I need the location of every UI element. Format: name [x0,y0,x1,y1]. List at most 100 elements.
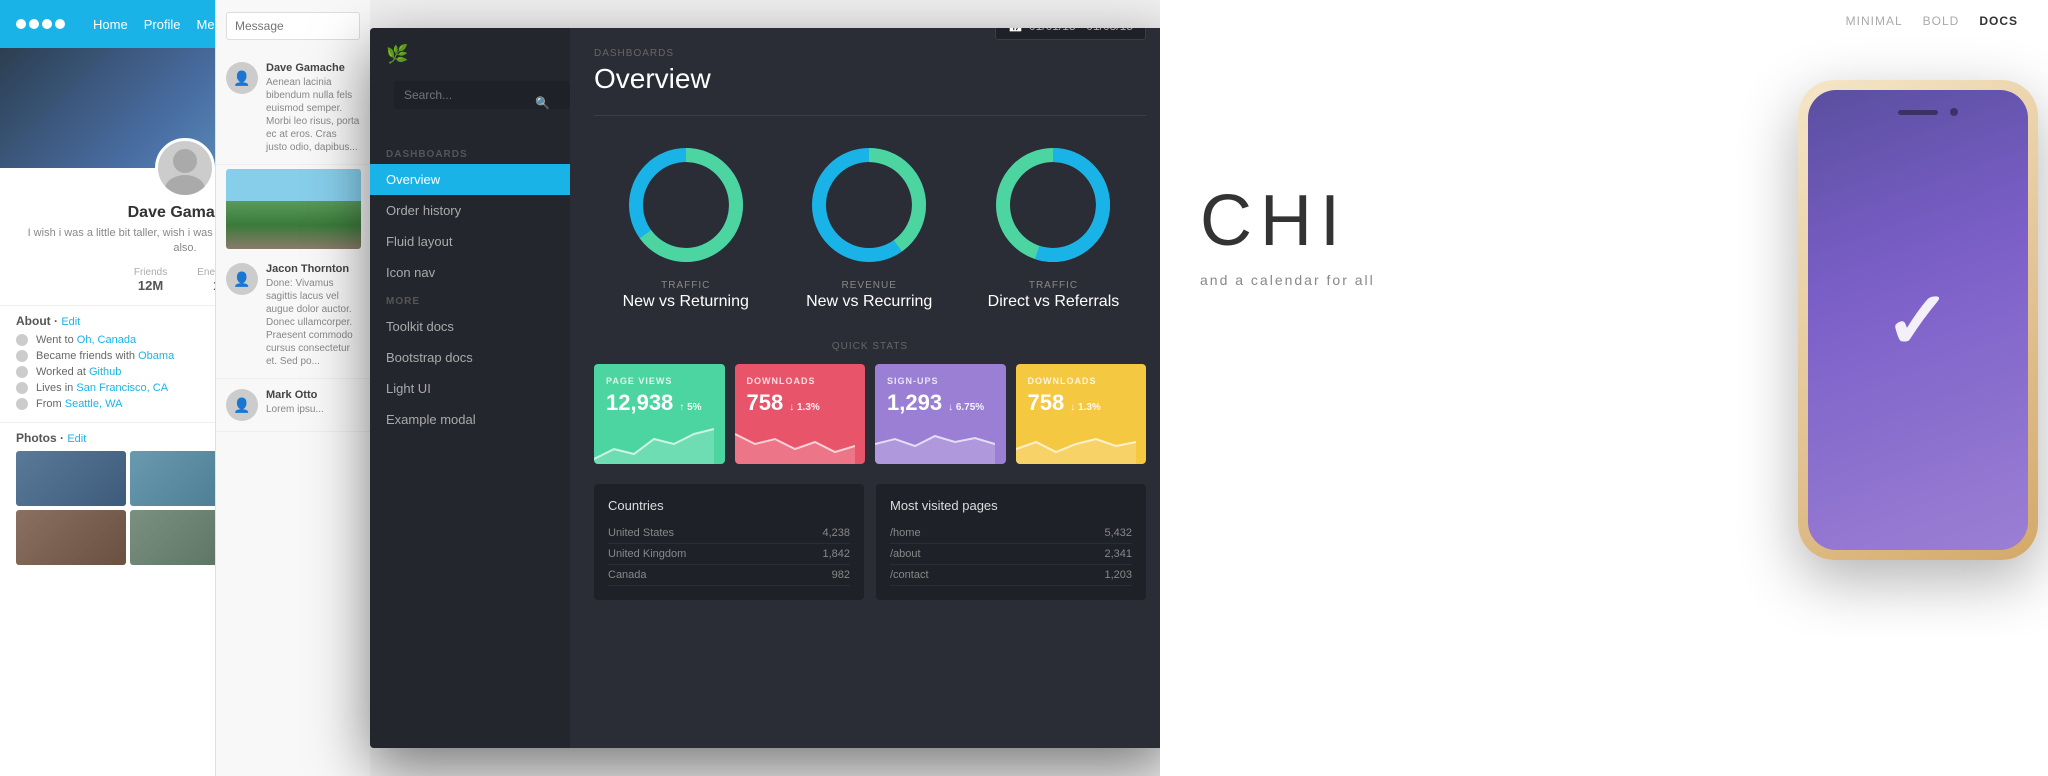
chat-avatar-1: 👤 [226,263,258,295]
stat-value-0: 12,938 [606,390,673,416]
stat-value-3: 758 [1028,390,1065,416]
phone-speaker [1898,110,1938,115]
stat-card-page-views: PAGE VIEWS 12,938 ↑ 5% [594,364,725,464]
most-visited-title: Most visited pages [890,498,1132,513]
person-icon [16,350,28,362]
stat-title-0: PAGE VIEWS [606,376,713,386]
nav-bold[interactable]: BOLD [1923,14,1960,28]
nav-bootstrap-docs[interactable]: Bootstrap docs [370,342,570,373]
chat-item-1[interactable]: 👤 Jacon Thornton Done: Vivamus sagittis … [216,253,370,379]
table-row: United Kingdom 1,842 [608,544,850,565]
stat-card-signups: SIGN-UPS 1,293 ↓ 6.75% [875,364,1006,464]
chat-image [226,169,361,249]
hero-subtitle: and a calendar for all [1200,272,1375,288]
right-hero-text: CHI and a calendar for all [1200,180,1375,288]
dash-search-container: 🔍 [382,81,558,125]
chart-1-category: Revenue [842,280,897,291]
logo[interactable] [16,19,65,29]
nav-example-modal[interactable]: Example modal [370,404,570,435]
stat-card-downloads2: DOWNLOADS 758 ↓ 1.3% [1016,364,1147,464]
header-divider [594,115,1146,116]
dash-section-dashboards: DASHBOARDS [370,141,570,164]
nav-overview[interactable]: Overview [370,164,570,195]
work-icon [16,366,28,378]
table-row: /home 5,432 [890,523,1132,544]
nav-light-ui[interactable]: Light UI [370,373,570,404]
chat-content-0: Dave Gamache Aenean lacinia bibendum nul… [266,62,360,154]
location-icon [16,334,28,346]
search-icon: 🔍 [535,96,550,110]
dash-logo: 🌿 [370,44,570,81]
chat-avatar-0: 👤 [226,62,258,94]
nav-minimal[interactable]: MINIMAL [1846,14,1903,28]
chart-2-category: Traffic [1029,280,1078,291]
chat-avatar-2: 👤 [226,389,258,421]
avatar [155,138,215,198]
about-edit[interactable]: Edit [61,316,80,328]
chat-item-2[interactable]: 👤 Mark Otto Lorem ipsu... [216,379,370,432]
stat-value-2: 1,293 [887,390,942,416]
phone-outer: ✓ [1798,80,2038,560]
dashboard-modal: 🌿 🔍 DASHBOARDS Overview Order history Fl… [370,28,1170,748]
phone-screen: ✓ [1808,90,2028,550]
nav-fluid-layout[interactable]: Fluid layout [370,226,570,257]
chart-0-category: Traffic [661,280,710,291]
nav-home[interactable]: Home [93,17,128,32]
stat-change-3: ↓ 1.3% [1070,402,1101,413]
charts-row: Traffic New vs Returning Revenue New vs … [594,140,1146,311]
countries-title: Countries [608,498,850,513]
right-topnav: MINIMAL BOLD DOCS [1846,14,2018,28]
dashboard-content: DASHBOARDS Overview 📅 01/01/15 - 01/08/1… [570,28,1170,748]
table-row: Canada 982 [608,565,850,586]
stat-change-1: ↓ 1.3% [789,402,820,413]
chart-2-title: Direct vs Referrals [988,293,1120,311]
chat-panel: 👤 Dave Gamache Aenean lacinia bibendum n… [215,0,370,776]
photo-1[interactable] [16,451,126,506]
chat-content-1: Jacon Thornton Done: Vivamus sagittis la… [266,263,360,368]
chart-revenue-new-recurring: Revenue New vs Recurring [804,140,934,311]
chart-0-title: New vs Returning [623,293,749,311]
phone-camera [1950,108,1958,116]
dash-section-more: MORE [370,288,570,311]
page-title: Overview [594,63,711,95]
breadcrumb: DASHBOARDS [594,48,711,59]
quick-stats-label: QUICK STATS [594,341,1146,352]
stats-row: PAGE VIEWS 12,938 ↑ 5% DOWNLOADS 758 ↓ 1… [594,364,1146,464]
calendar-icon: 📅 [1008,28,1023,33]
stat-title-1: DOWNLOADS [747,376,854,386]
most-visited-table: Most visited pages /home 5,432 /about 2,… [876,484,1146,600]
stat-card-downloads: DOWNLOADS 758 ↓ 1.3% [735,364,866,464]
stat-value-1: 758 [747,390,784,416]
photos-edit[interactable]: Edit [67,433,86,445]
tables-row: Countries United States 4,238 United Kin… [594,484,1146,600]
table-row: United States 4,238 [608,523,850,544]
photo-4[interactable] [16,510,126,565]
chat-item-0[interactable]: 👤 Dave Gamache Aenean lacinia bibendum n… [216,52,370,165]
nav-docs-right[interactable]: DOCS [1979,14,2018,28]
stat-change-2: ↓ 6.75% [948,402,984,413]
leaf-icon: 🌿 [386,44,408,65]
chat-header [216,0,370,52]
checkmark-icon: ✓ [1884,274,1951,367]
message-input[interactable] [226,12,360,40]
table-row: /about 2,341 [890,544,1132,565]
stat-change-0: ↑ 5% [679,402,701,413]
countries-table: Countries United States 4,238 United Kin… [594,484,864,600]
dashboard-sidebar: 🌿 🔍 DASHBOARDS Overview Order history Fl… [370,28,570,748]
stat-title-2: SIGN-UPS [887,376,994,386]
chart-traffic-new-returning: Traffic New vs Returning [621,140,751,311]
friends-stat: Friends 12M [134,267,167,293]
phone-mockup: ✓ [1798,80,2048,640]
chat-content-2: Mark Otto Lorem ipsu... [266,389,360,421]
hero-title: CHI [1200,180,1375,262]
nav-profile[interactable]: Profile [144,17,181,32]
table-row: /contact 1,203 [890,565,1132,586]
date-range-button[interactable]: 📅 01/01/15 - 01/08/15 [995,28,1146,40]
nav-order-history[interactable]: Order history [370,195,570,226]
right-panel: MINIMAL BOLD DOCS CHI and a calendar for… [1160,0,2048,776]
stat-title-3: DOWNLOADS [1028,376,1135,386]
nav-toolkit-docs[interactable]: Toolkit docs [370,311,570,342]
pin-icon [16,398,28,410]
nav-icon-nav[interactable]: Icon nav [370,257,570,288]
chart-1-title: New vs Recurring [806,293,932,311]
